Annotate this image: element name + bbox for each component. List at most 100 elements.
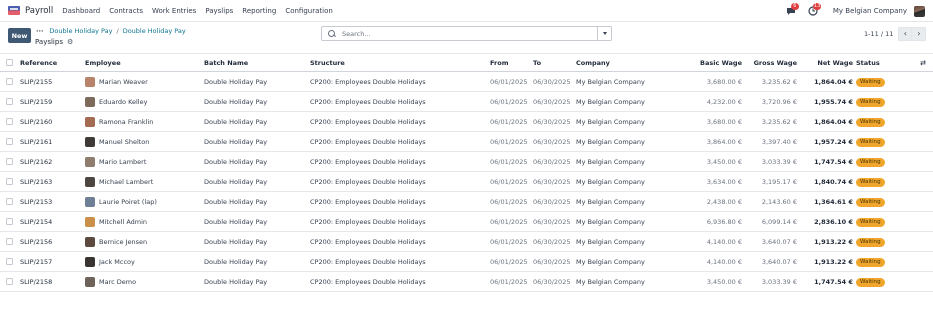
cell-gross-wage[interactable]: 6,099.14 € [745, 212, 800, 232]
cell-company[interactable]: My Belgian Company [576, 272, 693, 292]
cell-status[interactable]: Waiting [856, 112, 913, 132]
cell-structure[interactable]: CP200: Employees Double Holidays [310, 212, 490, 232]
row-checkbox[interactable] [6, 278, 13, 285]
cell-net-wage[interactable]: 1,955.74 € [800, 92, 856, 112]
table-row[interactable]: SLIP/2153 Laurie Poiret (lap) Double Holid… [0, 192, 933, 212]
cell-from[interactable]: 06/01/2025 [490, 152, 533, 172]
table-row[interactable]: SLIP/2154 Mitchell Admin Double Holiday Pa… [0, 212, 933, 232]
cell-batch-name[interactable]: Double Holiday Pay [204, 192, 310, 212]
pager-value[interactable]: 1-11 / 11 [864, 30, 893, 38]
cell-gross-wage[interactable]: 2,143.60 € [745, 192, 800, 212]
gear-icon[interactable]: ⚙ [67, 38, 73, 46]
search-options-toggle[interactable] [597, 27, 611, 40]
payroll-app-icon[interactable] [8, 6, 20, 15]
cell-status[interactable]: Waiting [856, 192, 913, 212]
table-row[interactable]: SLIP/2157 Jack Mccoy Double Holiday Pay CP2… [0, 252, 933, 272]
search-input[interactable] [342, 29, 592, 38]
cell-batch-name[interactable]: Double Holiday Pay [204, 112, 310, 132]
new-button[interactable]: New [8, 28, 31, 43]
cell-net-wage[interactable]: 1,364.61 € [800, 192, 856, 212]
cell-from[interactable]: 06/01/2025 [490, 132, 533, 152]
cell-employee[interactable]: Mitchell Admin [85, 212, 204, 232]
cell-employee[interactable]: Marc Demo [85, 272, 204, 292]
cell-net-wage[interactable]: 1,864.04 € [800, 72, 856, 92]
column-header-reference[interactable]: Reference [20, 53, 85, 72]
cell-structure[interactable]: CP200: Employees Double Holidays [310, 192, 490, 212]
cell-batch-name[interactable]: Double Holiday Pay [204, 92, 310, 112]
cell-company[interactable]: My Belgian Company [576, 172, 693, 192]
cell-gross-wage[interactable]: 3,195.17 € [745, 172, 800, 192]
table-row[interactable]: SLIP/2161 Manuel Shelton Double Holiday Pa… [0, 132, 933, 152]
cell-net-wage[interactable]: 1,840.74 € [800, 172, 856, 192]
cell-company[interactable]: My Belgian Company [576, 112, 693, 132]
cell-to[interactable]: 06/30/2025 [533, 132, 576, 152]
row-checkbox[interactable] [6, 238, 13, 245]
row-checkbox[interactable] [6, 158, 13, 165]
cell-to[interactable]: 06/30/2025 [533, 232, 576, 252]
row-checkbox[interactable] [6, 178, 13, 185]
row-checkbox[interactable] [6, 218, 13, 225]
cell-structure[interactable]: CP200: Employees Double Holidays [310, 72, 490, 92]
cell-reference[interactable]: SLIP/2153 [20, 192, 85, 212]
table-row[interactable]: SLIP/2158 Marc Demo Double Holiday Pay CP20… [0, 272, 933, 292]
row-checkbox[interactable] [6, 78, 13, 85]
menu-dashboard[interactable]: Dashboard [62, 7, 100, 15]
row-checkbox[interactable] [6, 118, 13, 125]
column-header-employee[interactable]: Employee [85, 53, 204, 72]
breadcrumb-more-icon[interactable]: ··· [36, 27, 43, 35]
cell-company[interactable]: My Belgian Company [576, 252, 693, 272]
cell-reference[interactable]: SLIP/2157 [20, 252, 85, 272]
cell-structure[interactable]: CP200: Employees Double Holidays [310, 272, 490, 292]
cell-batch-name[interactable]: Double Holiday Pay [204, 212, 310, 232]
cell-basic-wage[interactable]: 3,634.00 € [693, 172, 745, 192]
cell-batch-name[interactable]: Double Holiday Pay [204, 172, 310, 192]
cell-net-wage[interactable]: 1,747.54 € [800, 152, 856, 172]
cell-gross-wage[interactable]: 3,720.96 € [745, 92, 800, 112]
breadcrumb-item[interactable]: Double Holiday Pay [123, 27, 186, 35]
cell-net-wage[interactable]: 1,957.24 € [800, 132, 856, 152]
cell-from[interactable]: 06/01/2025 [490, 112, 533, 132]
cell-batch-name[interactable]: Double Holiday Pay [204, 232, 310, 252]
cell-structure[interactable]: CP200: Employees Double Holidays [310, 152, 490, 172]
cell-basic-wage[interactable]: 4,140.00 € [693, 252, 745, 272]
cell-to[interactable]: 06/30/2025 [533, 112, 576, 132]
cell-from[interactable]: 06/01/2025 [490, 172, 533, 192]
table-row[interactable]: SLIP/2156 Bernice Jensen Double Holiday Pa… [0, 232, 933, 252]
cell-basic-wage[interactable]: 3,680.00 € [693, 112, 745, 132]
cell-net-wage[interactable]: 1,864.04 € [800, 112, 856, 132]
cell-batch-name[interactable]: Double Holiday Pay [204, 272, 310, 292]
cell-structure[interactable]: CP200: Employees Double Holidays [310, 252, 490, 272]
cell-net-wage[interactable]: 2,836.10 € [800, 212, 856, 232]
cell-company[interactable]: My Belgian Company [576, 192, 693, 212]
cell-employee[interactable]: Bernice Jensen [85, 232, 204, 252]
cell-from[interactable]: 06/01/2025 [490, 92, 533, 112]
pager-previous-button[interactable]: ‹ [898, 26, 913, 41]
cell-company[interactable]: My Belgian Company [576, 232, 693, 252]
row-checkbox[interactable] [6, 198, 13, 205]
cell-employee[interactable]: Eduardo Kelley [85, 92, 204, 112]
cell-company[interactable]: My Belgian Company [576, 212, 693, 232]
cell-structure[interactable]: CP200: Employees Double Holidays [310, 132, 490, 152]
cell-employee[interactable]: Manuel Shelton [85, 132, 204, 152]
cell-net-wage[interactable]: 1,913.22 € [800, 252, 856, 272]
cell-to[interactable]: 06/30/2025 [533, 72, 576, 92]
sliders-icon[interactable]: ⇄ [913, 59, 933, 67]
cell-status[interactable]: Waiting [856, 252, 913, 272]
cell-basic-wage[interactable]: 2,438.00 € [693, 192, 745, 212]
activities-icon[interactable]: 13 [807, 3, 822, 17]
cell-company[interactable]: My Belgian Company [576, 152, 693, 172]
cell-batch-name[interactable]: Double Holiday Pay [204, 252, 310, 272]
cell-from[interactable]: 06/01/2025 [490, 272, 533, 292]
cell-employee[interactable]: Laurie Poiret (lap) [85, 192, 204, 212]
cell-basic-wage[interactable]: 4,140.00 € [693, 232, 745, 252]
breadcrumb-item[interactable]: Double Holiday Pay [49, 27, 112, 35]
cell-reference[interactable]: SLIP/2160 [20, 112, 85, 132]
row-checkbox[interactable] [6, 258, 13, 265]
select-all-checkbox[interactable] [6, 59, 13, 66]
cell-reference[interactable]: SLIP/2154 [20, 212, 85, 232]
cell-status[interactable]: Waiting [856, 152, 913, 172]
cell-basic-wage[interactable]: 3,450.00 € [693, 152, 745, 172]
row-checkbox[interactable] [6, 138, 13, 145]
cell-structure[interactable]: CP200: Employees Double Holidays [310, 172, 490, 192]
cell-to[interactable]: 06/30/2025 [533, 152, 576, 172]
